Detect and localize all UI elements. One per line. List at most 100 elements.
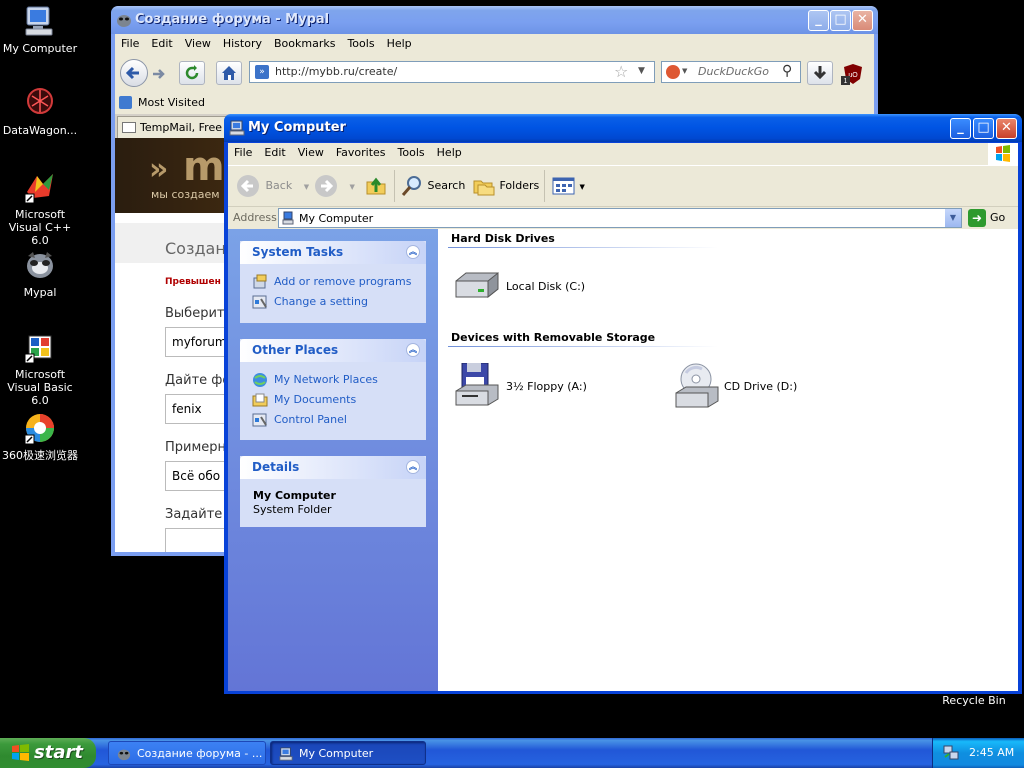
minimize-button[interactable]: _	[950, 118, 971, 139]
collapse-chevron-icon[interactable]: ︽	[406, 245, 420, 259]
collapse-chevron-icon[interactable]: ︽	[406, 343, 420, 357]
forward-button[interactable]: ▼	[314, 172, 355, 200]
datawagon-icon	[23, 86, 57, 120]
toolbar-separator	[394, 170, 395, 202]
views-button[interactable]: ▼	[552, 172, 585, 200]
bookmark-star-icon[interactable]: ☆	[614, 62, 628, 81]
desktop-icon-visual-basic[interactable]: Microsoft Visual Basic 6.0	[0, 330, 80, 407]
most-visited-icon	[119, 96, 132, 109]
collapse-chevron-icon[interactable]: ︽	[406, 460, 420, 474]
go-button[interactable]: ➜ Go	[968, 208, 1014, 228]
home-button[interactable]	[216, 61, 242, 85]
details-name: My Computer	[253, 489, 336, 502]
menu-tools[interactable]: Tools	[392, 143, 431, 159]
network-tray-icon[interactable]	[943, 745, 959, 761]
browser-titlebar[interactable]: Создание форума - Mypal _ □ ✕	[111, 6, 878, 34]
taskbar: start Создание форума - ... My Computer …	[0, 738, 1024, 768]
start-label: start	[34, 742, 83, 763]
taskbar-button-browser[interactable]: Создание форума - ...	[108, 741, 266, 765]
site-icon: »	[255, 65, 269, 79]
details-header[interactable]: Details ︽	[240, 456, 426, 479]
desktop-icon-label: 360极速浏览器	[2, 449, 78, 462]
menu-tools[interactable]: Tools	[341, 34, 380, 50]
svg-text:1: 1	[844, 78, 848, 85]
start-button[interactable]: start	[0, 738, 96, 768]
explorer-window[interactable]: My Computer _ □ ✕ File Edit View Favorites T…	[224, 114, 1022, 694]
forward-button[interactable]	[149, 64, 169, 84]
link-label: Add or remove programs	[274, 275, 412, 288]
address-dropdown-icon[interactable]: ▼	[945, 209, 961, 227]
up-folder-button[interactable]	[364, 172, 388, 200]
panel-title: Other Places	[252, 343, 339, 357]
windows-flag-icon	[12, 744, 29, 761]
other-places-header[interactable]: Other Places ︽	[240, 339, 426, 362]
menu-file[interactable]: File	[115, 34, 145, 50]
search-icon[interactable]: ⚲	[782, 63, 792, 79]
taskbar-button-label: Создание форума - ...	[137, 747, 263, 760]
folders-button[interactable]: Folders	[472, 172, 539, 200]
menu-history[interactable]: History	[217, 34, 268, 50]
explorer-addressbar: Address My Computer ▼ ➜ Go	[228, 206, 1018, 229]
minimize-button[interactable]: _	[808, 10, 829, 31]
close-button[interactable]: ✕	[996, 118, 1017, 139]
search-button[interactable]: Search	[400, 172, 465, 200]
search-bar[interactable]: ▼ DuckDuckGo ⚲	[661, 61, 801, 83]
url-bar[interactable]: » http://mybb.ru/create/ ☆ ▼	[249, 61, 655, 83]
other-places-panel: Other Places ︽ My Network Places My Docu…	[240, 339, 426, 440]
menu-edit[interactable]: Edit	[145, 34, 178, 50]
forward-dropdown-icon[interactable]: ▼	[350, 183, 355, 191]
desktop-icon-visual-cpp[interactable]: Microsoft Visual C++ 6.0	[0, 170, 80, 247]
forum-address-label: Выберите	[165, 306, 233, 321]
maximize-button[interactable]: □	[830, 10, 851, 31]
bookmarks-toolbar: Most Visited	[115, 92, 874, 114]
details-type: System Folder	[253, 503, 332, 516]
menu-help[interactable]: Help	[381, 34, 418, 50]
desktop-icon-datawagon[interactable]: DataWagon...	[0, 86, 80, 137]
taskbar-button-my-computer[interactable]: My Computer	[270, 741, 426, 765]
forward-arrow-icon	[153, 69, 165, 79]
desktop-icon-mypal[interactable]: Mypal	[0, 248, 80, 299]
downloads-button[interactable]	[807, 61, 833, 85]
mypal-icon	[116, 12, 132, 28]
hard-disk-icon	[455, 271, 499, 299]
menu-help[interactable]: Help	[431, 143, 468, 159]
menu-favorites[interactable]: Favorites	[330, 143, 392, 159]
search-engine-dropdown-icon[interactable]: ▼	[682, 67, 687, 75]
back-button[interactable]: Back ▼	[236, 172, 309, 200]
desktop-icon-360-browser[interactable]: 360极速浏览器	[0, 411, 80, 462]
menu-view[interactable]: View	[179, 34, 217, 50]
drive-floppy-a[interactable]: 3½ Floppy (A:)	[452, 363, 652, 411]
group-divider	[448, 247, 718, 248]
desktop-icon-recycle-bin[interactable]: Recycle Bin	[930, 694, 1018, 707]
ublock-icon[interactable]: uO 1	[841, 62, 865, 86]
reload-button[interactable]	[179, 61, 205, 85]
back-button[interactable]	[120, 59, 148, 87]
forward-arrow-icon	[315, 175, 337, 197]
desktop-icon-my-computer[interactable]: My Computer	[0, 4, 80, 55]
go-arrow-icon: ➜	[968, 209, 986, 227]
control-panel-link[interactable]: Control Panel	[240, 410, 426, 430]
browser-tab[interactable]: TempMail, Free Te	[117, 116, 237, 138]
back-dropdown-icon[interactable]: ▼	[304, 183, 309, 191]
change-setting-link[interactable]: Change a setting	[240, 292, 426, 312]
menu-view[interactable]: View	[292, 143, 330, 159]
my-network-places-link[interactable]: My Network Places	[240, 370, 426, 390]
desktop-icon-label: My Computer	[2, 42, 78, 55]
address-input[interactable]: My Computer ▼	[278, 208, 962, 228]
drive-cd-d[interactable]: CD Drive (D:)	[672, 363, 872, 411]
drive-local-disk-c[interactable]: Local Disk (C:)	[452, 269, 652, 305]
views-grid-icon	[552, 177, 575, 195]
system-tasks-header[interactable]: System Tasks ︽	[240, 241, 426, 264]
maximize-button[interactable]: □	[973, 118, 994, 139]
views-dropdown-icon[interactable]: ▼	[580, 183, 585, 191]
explorer-titlebar[interactable]: My Computer _ □ ✕	[224, 114, 1022, 142]
most-visited-bookmark[interactable]: Most Visited	[138, 96, 205, 109]
close-button[interactable]: ✕	[852, 10, 873, 31]
my-computer-icon	[229, 120, 245, 136]
my-documents-link[interactable]: My Documents	[240, 390, 426, 410]
url-dropdown-icon[interactable]: ▼	[638, 66, 645, 76]
menu-file[interactable]: File	[228, 143, 258, 159]
menu-edit[interactable]: Edit	[258, 143, 291, 159]
add-remove-programs-link[interactable]: Add or remove programs	[240, 272, 426, 292]
menu-bookmarks[interactable]: Bookmarks	[268, 34, 341, 50]
